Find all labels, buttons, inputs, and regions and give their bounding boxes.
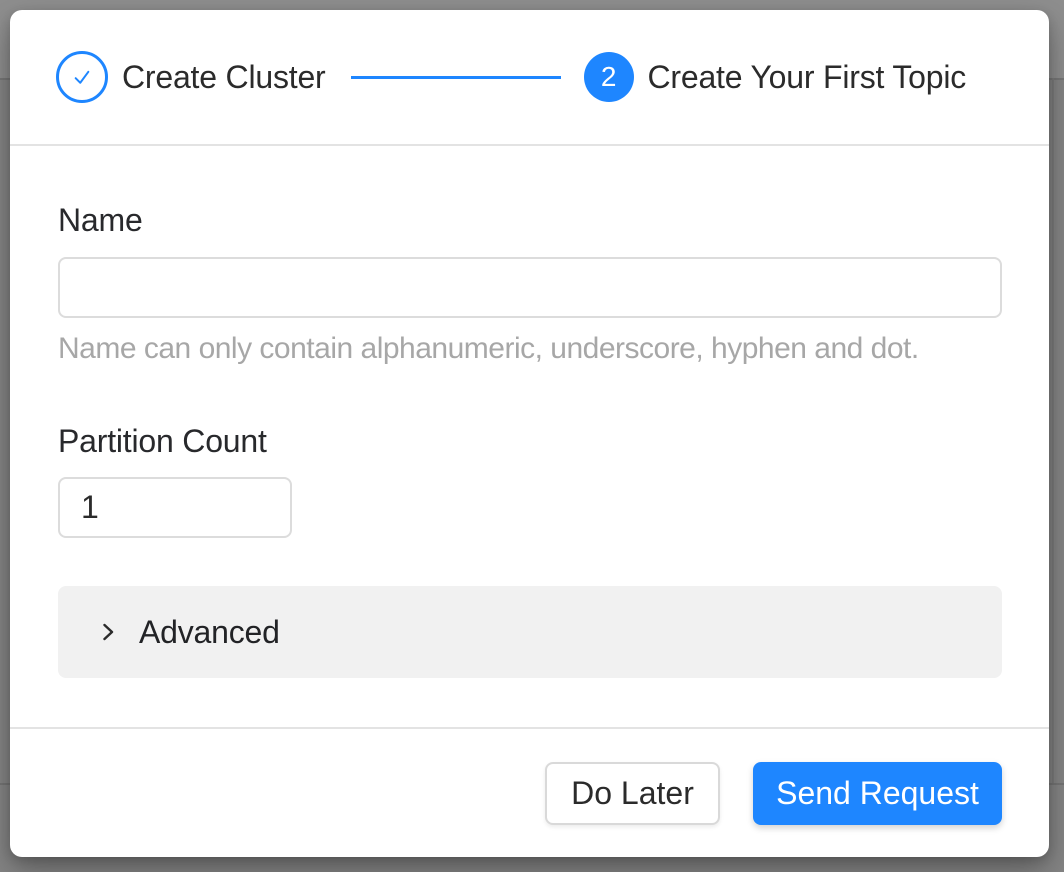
name-helper-text: Name can only contain alphanumeric, unde…: [58, 332, 919, 366]
partition-count-input[interactable]: [58, 477, 292, 538]
topic-name-input[interactable]: [58, 257, 1002, 318]
stepper-connector-line: [351, 76, 561, 79]
send-request-button[interactable]: Send Request: [753, 762, 1002, 825]
chevron-right-icon: [96, 620, 120, 644]
step2-label: Create Your First Topic: [648, 59, 967, 96]
create-topic-modal: Create Cluster 2 Create Your First Topic…: [10, 10, 1049, 857]
advanced-section-label: Advanced: [139, 614, 280, 651]
step2-active-indicator: 2: [584, 52, 634, 102]
check-icon: [67, 62, 97, 92]
background-container-edge: [1052, 78, 1054, 783]
screen-overlay: Create Cluster 2 Create Your First Topic…: [0, 0, 1064, 872]
stepper-header: Create Cluster 2 Create Your First Topic: [10, 10, 1049, 146]
footer-divider: [10, 727, 1049, 729]
step1-completed-indicator: [56, 51, 108, 103]
name-field-label: Name: [58, 202, 143, 239]
step2-number: 2: [601, 61, 616, 93]
advanced-section-toggle[interactable]: Advanced: [58, 586, 1002, 678]
partition-count-label: Partition Count: [58, 423, 267, 460]
step1-label: Create Cluster: [122, 59, 326, 96]
do-later-button[interactable]: Do Later: [545, 762, 720, 825]
